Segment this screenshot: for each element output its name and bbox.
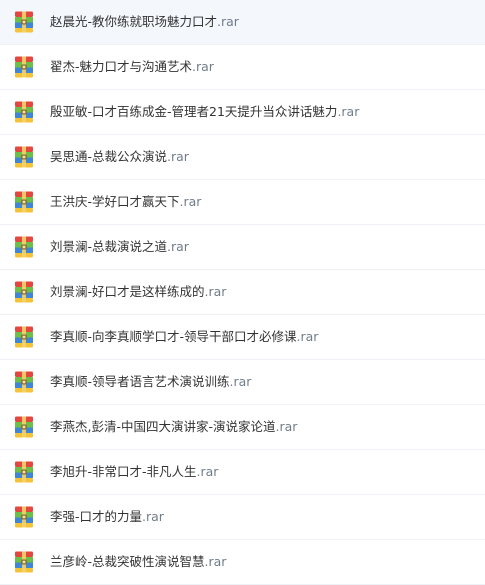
file-basename: 刘景澜-总裁演说之道 <box>50 239 168 254</box>
file-name[interactable]: 殷亚敏-口才百练成金-管理者21天提升当众讲话魅力.rar <box>50 103 359 121</box>
rar-archive-icon <box>14 191 34 213</box>
file-name[interactable]: 李旭升-非常口才-非凡人生.rar <box>50 463 218 481</box>
file-row[interactable]: 赵晨光-教你练就职场魅力口才.rar <box>0 0 485 45</box>
file-row[interactable]: 李强-口才的力量.rar <box>0 495 485 540</box>
rar-archive-icon <box>14 326 34 348</box>
file-basename: 刘景澜-好口才是这样练成的 <box>50 284 205 299</box>
file-extension: .rar <box>196 464 219 479</box>
file-name[interactable]: 李真顺-向李真顺学口才-领导干部口才必修课.rar <box>50 328 318 346</box>
file-basename: 李旭升-非常口才-非凡人生 <box>50 464 197 479</box>
file-extension: .rar <box>229 374 252 389</box>
file-basename: 李真顺-向李真顺学口才-领导干部口才必修课 <box>50 329 297 344</box>
file-row[interactable]: 王洪庆-学好口才赢天下.rar <box>0 180 485 225</box>
rar-archive-icon <box>14 506 34 528</box>
file-row[interactable]: 刘景澜-总裁演说之道.rar <box>0 225 485 270</box>
file-basename: 吴思通-总裁公众演说 <box>50 149 168 164</box>
file-extension: .rar <box>296 329 319 344</box>
file-name[interactable]: 刘景澜-好口才是这样练成的.rar <box>50 283 226 301</box>
file-row[interactable]: 李真顺-领导者语言艺术演说训练.rar <box>0 360 485 405</box>
file-name[interactable]: 刘景澜-总裁演说之道.rar <box>50 238 189 256</box>
file-row[interactable]: 兰彦岭-总裁突破性演说智慧.rar <box>0 540 485 585</box>
file-extension: .rar <box>204 554 227 569</box>
file-name[interactable]: 兰彦岭-总裁突破性演说智慧.rar <box>50 553 226 571</box>
rar-archive-icon <box>14 236 34 258</box>
rar-archive-icon <box>14 56 34 78</box>
file-extension: .rar <box>337 104 360 119</box>
file-basename: 兰彦岭-总裁突破性演说智慧 <box>50 554 205 569</box>
rar-archive-icon <box>14 281 34 303</box>
file-name[interactable]: 翟杰-魅力口才与沟通艺术.rar <box>50 58 214 76</box>
file-extension: .rar <box>275 419 298 434</box>
file-basename: 殷亚敏-口才百练成金-管理者21天提升当众讲话魅力 <box>50 104 338 119</box>
file-row[interactable]: 李旭升-非常口才-非凡人生.rar <box>0 450 485 495</box>
file-extension: .rar <box>217 14 239 29</box>
file-name[interactable]: 吴思通-总裁公众演说.rar <box>50 148 189 166</box>
rar-archive-icon <box>14 146 34 168</box>
file-name[interactable]: 李燕杰,彭清-中国四大演讲家-演说家论道.rar <box>50 418 297 436</box>
file-row[interactable]: 殷亚敏-口才百练成金-管理者21天提升当众讲话魅力.rar <box>0 90 485 135</box>
rar-archive-icon <box>14 11 34 33</box>
file-extension: .rar <box>167 239 189 254</box>
file-row[interactable]: 刘景澜-好口才是这样练成的.rar <box>0 270 485 315</box>
file-extension: .rar <box>179 194 202 209</box>
file-extension: .rar <box>204 284 227 299</box>
file-row[interactable]: 李燕杰,彭清-中国四大演讲家-演说家论道.rar <box>0 405 485 450</box>
file-name[interactable]: 李强-口才的力量.rar <box>50 508 164 526</box>
file-basename: 赵晨光-教你练就职场魅力口才 <box>50 14 218 29</box>
file-extension: .rar <box>167 149 189 164</box>
file-row[interactable]: 吴思通-总裁公众演说.rar <box>0 135 485 180</box>
file-row[interactable]: 李真顺-向李真顺学口才-领导干部口才必修课.rar <box>0 315 485 360</box>
file-basename: 王洪庆-学好口才赢天下 <box>50 194 180 209</box>
rar-archive-icon <box>14 416 34 438</box>
file-extension: .rar <box>192 59 214 74</box>
rar-archive-icon <box>14 551 34 573</box>
file-basename: 翟杰-魅力口才与沟通艺术 <box>50 59 193 74</box>
file-name[interactable]: 李真顺-领导者语言艺术演说训练.rar <box>50 373 251 391</box>
file-basename: 李强-口才的力量 <box>50 509 143 524</box>
rar-archive-icon <box>14 101 34 123</box>
file-list: 赵晨光-教你练就职场魅力口才.rar 翟杰-魅力口才与沟通艺术.rar 殷亚敏-口才… <box>0 0 485 585</box>
file-name[interactable]: 王洪庆-学好口才赢天下.rar <box>50 193 201 211</box>
file-row[interactable]: 翟杰-魅力口才与沟通艺术.rar <box>0 45 485 90</box>
file-name[interactable]: 赵晨光-教你练就职场魅力口才.rar <box>50 13 239 31</box>
rar-archive-icon <box>14 461 34 483</box>
file-basename: 李燕杰,彭清-中国四大演讲家-演说家论道 <box>50 419 276 434</box>
file-basename: 李真顺-领导者语言艺术演说训练 <box>50 374 230 389</box>
file-extension: .rar <box>142 509 164 524</box>
rar-archive-icon <box>14 371 34 393</box>
